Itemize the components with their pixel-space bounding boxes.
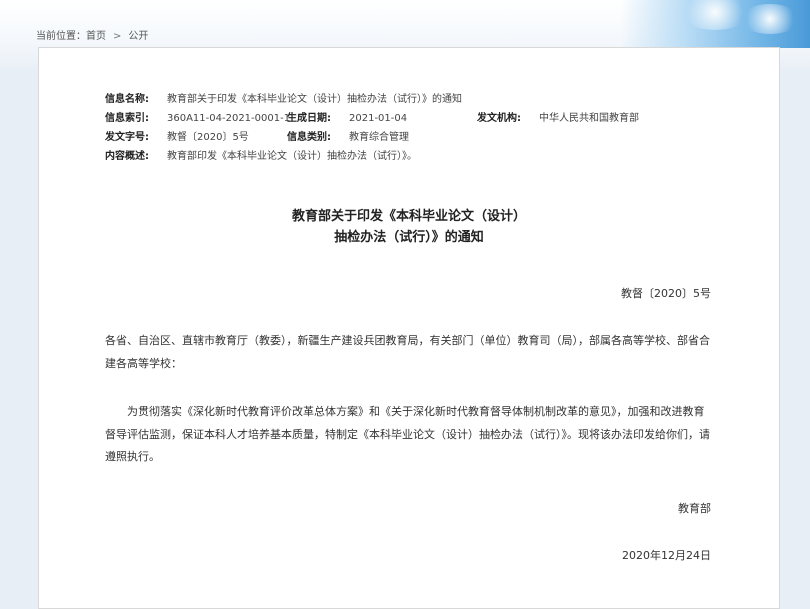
meta-org-value: 中华人民共和国教育部 xyxy=(539,113,639,124)
document-date: 2020年12月24日 xyxy=(622,549,711,562)
meta-date-value: 2021-01-04 xyxy=(349,113,408,124)
breadcrumb-current: 公开 xyxy=(128,31,149,42)
meta-index-label: 信息索引: xyxy=(105,113,149,124)
meta-docno-label: 发文字号: xyxy=(105,132,149,143)
meta-name-value: 教育部关于印发《本科毕业论文（设计）抽检办法（试行）》的通知 xyxy=(167,94,462,105)
meta-category-value: 教育综合管理 xyxy=(349,132,409,143)
breadcrumb-separator: > xyxy=(113,31,122,42)
content-panel: 信息名称: 教育部关于印发《本科毕业论文（设计）抽检办法（试行）》的通知 信息索… xyxy=(38,47,780,609)
info-metadata: 信息名称: 教育部关于印发《本科毕业论文（设计）抽检办法（试行）》的通知 信息索… xyxy=(105,90,725,166)
meta-name-label: 信息名称: xyxy=(105,94,149,105)
breadcrumb-prefix: 当前位置： xyxy=(36,31,86,42)
breadcrumb-home-link[interactable]: 首页 xyxy=(86,31,106,42)
breadcrumb: 当前位置：首页 > 公开 xyxy=(36,27,148,42)
document-title: 教育部关于印发《本科毕业论文（设计） 抽检办法（试行）》的通知 xyxy=(39,206,779,248)
meta-summary-label: 内容概述: xyxy=(105,151,149,162)
meta-row-index: 信息索引: 360A11-04-2021-0001-1 生成日期: 2021-0… xyxy=(105,109,725,128)
header-sky-decoration xyxy=(620,0,810,48)
document-title-line2: 抽检办法（试行）》的通知 xyxy=(334,230,484,245)
document-body-paragraph: 为贯彻落实《深化新时代教育评价改革总体方案》和《关于深化新时代教育督导体制机制改… xyxy=(105,405,710,463)
document-recipients: 各省、自治区、直辖市教育厅（教委），新疆生产建设兵团教育局，有关部门（单位）教育… xyxy=(105,334,710,370)
meta-docno-value: 教督〔2020〕5号 xyxy=(167,132,249,143)
meta-category-label: 信息类别: xyxy=(287,132,331,143)
meta-summary-value: 教育部印发《本科毕业论文（设计）抽检办法（试行）》。 xyxy=(167,151,417,162)
meta-row-name: 信息名称: 教育部关于印发《本科毕业论文（设计）抽检办法（试行）》的通知 xyxy=(105,90,725,109)
document-number: 教督〔2020〕5号 xyxy=(621,287,711,300)
meta-row-summary: 内容概述: 教育部印发《本科毕业论文（设计）抽检办法（试行）》。 xyxy=(105,147,725,166)
document-signer: 教育部 xyxy=(678,502,711,515)
document-title-line1: 教育部关于印发《本科毕业论文（设计） xyxy=(291,209,526,224)
meta-date-label: 生成日期: xyxy=(287,113,331,124)
meta-index-value: 360A11-04-2021-0001-1 xyxy=(167,113,291,124)
meta-org-label: 发文机构: xyxy=(477,113,521,124)
meta-row-docno: 发文字号: 教督〔2020〕5号 信息类别: 教育综合管理 xyxy=(105,128,725,147)
